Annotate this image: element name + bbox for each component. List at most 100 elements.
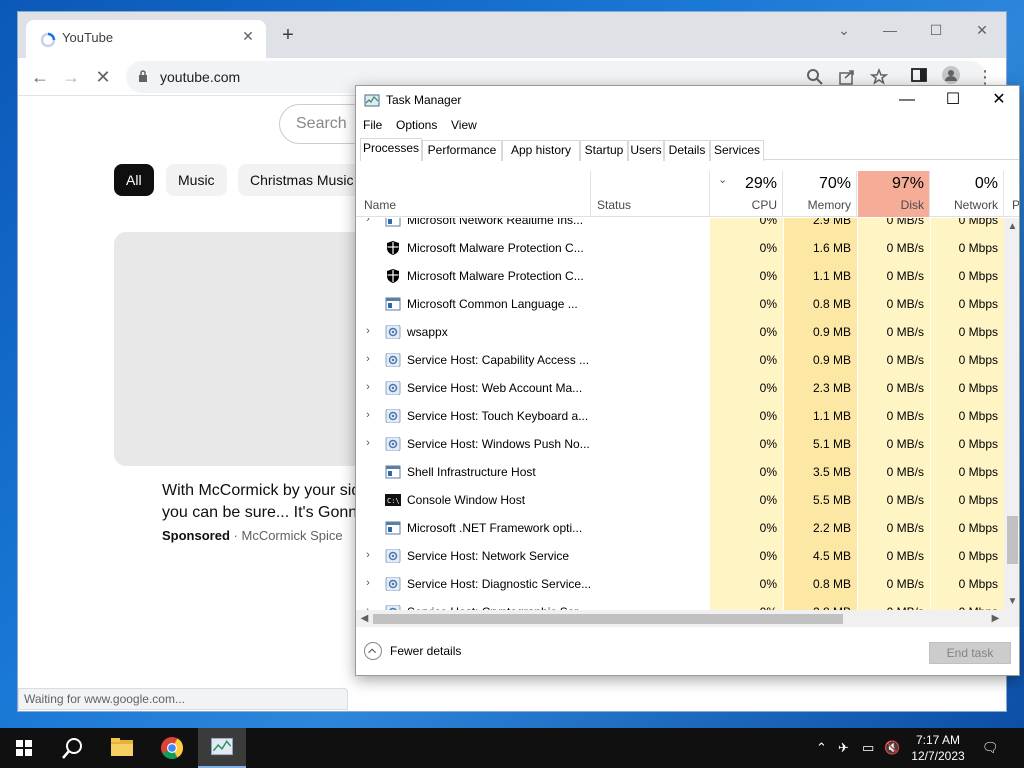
table-row[interactable]: 0% 3.5 MB 0 MB/s 0 Mbps Shell Infrastructure… (356, 458, 1004, 486)
tab-details[interactable]: Details (664, 140, 710, 161)
scroll-down-arrow-icon[interactable]: ▼ (1004, 593, 1019, 610)
tab-processes[interactable]: Processes (360, 138, 422, 161)
back-icon[interactable]: ← (25, 62, 55, 92)
table-row[interactable]: 0% 2.2 MB 0 MB/s 0 Mbps Microsoft .NET Frame… (356, 514, 1004, 542)
table-row[interactable]: 0% 0.8 MB 0 MB/s 0 Mbps › Service Host: Diagn… (356, 570, 1004, 598)
tab-youtube[interactable]: YouTube ✕ (26, 20, 266, 58)
tab-close-icon[interactable]: ✕ (238, 28, 258, 45)
table-row[interactable]: 0% 0.9 MB 0 MB/s 0 Mbps › Service Host: Capab… (356, 346, 1004, 374)
network-cell: 0 Mbps (931, 486, 1004, 514)
table-row[interactable]: 0%2.8 MB0 MB/s0 Mbps›Service Host: Crypt… (356, 598, 1004, 610)
profile-avatar-icon[interactable] (942, 66, 960, 84)
ad-title[interactable]: With McCormick by your side, you can be … (162, 480, 362, 524)
stop-icon[interactable]: ✕ (88, 62, 118, 92)
vertical-scrollbar[interactable]: ▲ ▼ (1004, 218, 1019, 610)
disk-cell: 0 MB/s (858, 218, 930, 234)
table-row[interactable]: 0% 0.9 MB 0 MB/s 0 Mbps › wsappx (356, 318, 1004, 346)
title-bar[interactable]: Task Manager — ☐ ✕ (356, 86, 1019, 116)
tab-search-icon[interactable]: ⌄ (824, 16, 864, 44)
tab-startup[interactable]: Startup (580, 140, 628, 161)
ad-sponsor-line: Sponsored · McCormick Spice (162, 528, 362, 543)
header-memory[interactable]: 70% Memory (784, 171, 857, 217)
ethernet-icon[interactable]: ▭ (862, 740, 874, 756)
minimize-button[interactable]: — (870, 16, 910, 44)
header-name[interactable]: Name (364, 198, 396, 212)
ad-title-line1: With McCormick by your side, (162, 482, 362, 499)
table-row[interactable]: 0% 2.3 MB 0 MB/s 0 Mbps › Service Host: Web A… (356, 374, 1004, 402)
table-row[interactable]: 0% 1.6 MB 0 MB/s 0 Mbps Microsoft Malware Pr… (356, 234, 1004, 262)
header-power[interactable]: P (1004, 171, 1019, 217)
scroll-thumb[interactable] (373, 614, 843, 624)
process-name: Microsoft Malware Protection C... (407, 241, 584, 255)
expand-chevron-icon[interactable]: › (362, 353, 374, 365)
header-cpu[interactable]: 29% CPU (710, 171, 783, 217)
expand-chevron-icon[interactable]: › (362, 409, 374, 421)
table-row[interactable]: 0% 1.1 MB 0 MB/s 0 Mbps › Service Host: Touch… (356, 402, 1004, 430)
close-button[interactable]: ✕ (962, 16, 1002, 44)
show-hidden-icons-chevron-icon[interactable]: ⌃ (816, 740, 827, 756)
tab-services[interactable]: Services (710, 140, 764, 161)
chrome-taskbar-button[interactable] (148, 728, 196, 768)
share-icon[interactable] (838, 68, 856, 86)
header-disk[interactable]: 97% Disk (858, 171, 930, 217)
chevron-up-circle-icon[interactable] (364, 642, 382, 660)
maximize-button[interactable]: ☐ (930, 86, 976, 114)
expand-chevron-icon[interactable]: › (362, 218, 374, 225)
header-network[interactable]: 0% Network (931, 171, 1004, 217)
table-row[interactable]: 0% 1.1 MB 0 MB/s 0 Mbps Microsoft Malware Pr… (356, 262, 1004, 290)
disk-cell: 0 MB/s (858, 514, 930, 542)
disk-cell: 0 MB/s (858, 570, 930, 598)
footer: Fewer details End task (356, 631, 1019, 675)
fewer-details-link[interactable]: Fewer details (390, 644, 461, 658)
new-tab-button[interactable]: + (276, 24, 300, 47)
network-icon[interactable]: ✈ (838, 740, 849, 756)
cpu-cell: 0% (710, 262, 783, 290)
table-row[interactable]: 0% 5.5 MB 0 MB/s 0 Mbps C:\ Console Window Ho… (356, 486, 1004, 514)
scroll-thumb[interactable] (1007, 516, 1018, 564)
lock-icon (139, 70, 147, 82)
scroll-left-arrow-icon[interactable]: ◀ (356, 610, 373, 627)
clock[interactable]: 7:17 AM 12/7/2023 (898, 732, 978, 764)
advertiser-name[interactable]: McCormick Spice (241, 528, 342, 543)
chip-music[interactable]: Music (166, 164, 227, 196)
table-row[interactable]: 0% 0.8 MB 0 MB/s 0 Mbps Microsoft Common Lan… (356, 290, 1004, 318)
process-name: Service Host: Network Service (407, 549, 570, 563)
search-icon[interactable] (806, 68, 824, 86)
maximize-button[interactable]: ☐ (916, 16, 956, 44)
ad-thumbnail[interactable] (114, 232, 384, 466)
scroll-right-arrow-icon[interactable]: ▶ (987, 610, 1004, 627)
end-task-button[interactable]: End task (929, 642, 1011, 664)
side-panel-icon[interactable] (910, 66, 928, 84)
tab-performance[interactable]: Performance (422, 140, 502, 161)
network-cell: 0 Mbps (931, 570, 1004, 598)
menu-file[interactable]: File (363, 118, 382, 132)
start-button[interactable] (0, 728, 48, 768)
scroll-up-arrow-icon[interactable]: ▲ (1004, 218, 1019, 235)
process-list[interactable]: 0% 2.9 MB 0 MB/s 0 Mbps › Microsoft Network R… (356, 218, 1004, 610)
expand-chevron-icon[interactable]: › (362, 437, 374, 449)
chip-all[interactable]: All (114, 164, 154, 196)
console-icon: C:\ (385, 493, 401, 507)
expand-chevron-icon[interactable]: › (362, 577, 374, 589)
tab-users[interactable]: Users (628, 140, 664, 161)
menu-options[interactable]: Options (396, 118, 437, 132)
close-button[interactable]: ✕ (976, 86, 1019, 114)
minimize-button[interactable]: — (884, 86, 930, 114)
notifications-icon[interactable]: 🗨 (982, 740, 999, 756)
tab-app-history[interactable]: App history (502, 140, 580, 161)
table-row[interactable]: 0% 5.1 MB 0 MB/s 0 Mbps › Service Host: Windo… (356, 430, 1004, 458)
file-explorer-button[interactable] (98, 728, 146, 768)
expand-chevron-icon[interactable]: › (362, 325, 374, 337)
task-manager-taskbar-button[interactable] (198, 728, 246, 768)
table-row[interactable]: 0% 2.9 MB 0 MB/s 0 Mbps › Microsoft Network R… (356, 218, 1004, 234)
bookmark-star-icon[interactable] (870, 68, 888, 86)
table-row[interactable]: 0% 4.5 MB 0 MB/s 0 Mbps › Service Host: Netwo… (356, 542, 1004, 570)
expand-chevron-icon[interactable]: › (362, 549, 374, 561)
horizontal-scrollbar[interactable]: ◀ ▶ (356, 610, 1019, 627)
forward-icon[interactable]: → (56, 62, 86, 92)
header-status[interactable]: Status (597, 198, 631, 212)
search-button[interactable] (48, 728, 96, 768)
expand-chevron-icon[interactable]: › (362, 381, 374, 393)
chip-christmas-music[interactable]: Christmas Music (238, 164, 366, 196)
menu-view[interactable]: View (451, 118, 477, 132)
